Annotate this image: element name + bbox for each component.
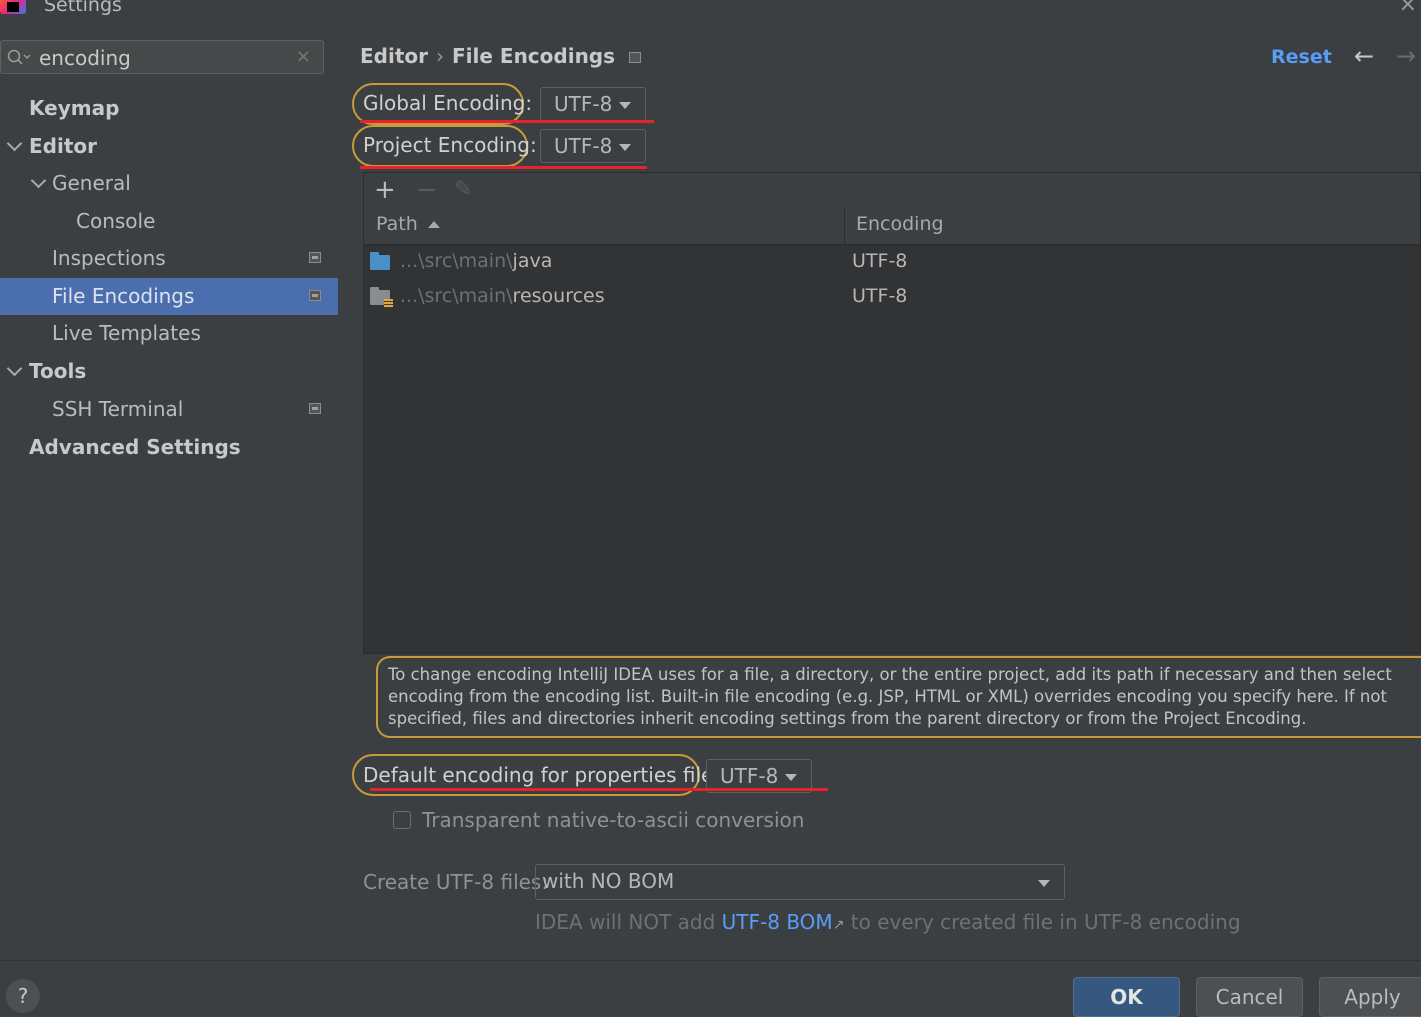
breadcrumb-separator: › [436, 44, 444, 68]
project-level-icon [309, 290, 321, 301]
dialog-button-bar: ? OK Cancel Apply [0, 960, 1421, 1017]
sidebar-item-general[interactable]: General [0, 165, 338, 202]
settings-sidebar: encoding × Keymap Editor General Console… [0, 24, 338, 960]
path-name: java [512, 250, 553, 272]
sidebar-item-advanced-settings[interactable]: Advanced Settings [0, 429, 338, 466]
sidebar-item-console[interactable]: Console [0, 203, 338, 240]
row-path: ...\src\main\resources [400, 285, 605, 307]
row-encoding[interactable]: UTF-8 [852, 250, 907, 272]
properties-encoding-label: Default encoding for properties files: [363, 763, 731, 787]
sidebar-item-label: Advanced Settings [29, 435, 241, 459]
resources-folder-icon [370, 287, 393, 308]
search-icon [7, 49, 31, 65]
table-row[interactable]: ...\src\main\resources UTF-8 [364, 280, 1420, 315]
sidebar-item-label: Console [76, 209, 156, 233]
back-arrow-icon[interactable]: ← [1354, 42, 1374, 70]
sidebar-item-ssh-terminal[interactable]: SSH Terminal [0, 391, 338, 428]
path-prefix: ...\src\main\ [400, 250, 513, 272]
global-encoding-label: Global Encoding: [363, 91, 533, 115]
sort-ascending-icon [427, 221, 440, 228]
chevron-down-icon[interactable] [30, 172, 47, 189]
search-value: encoding [39, 46, 131, 70]
external-link-icon: ↗ [832, 917, 845, 933]
sidebar-item-tools[interactable]: Tools [0, 353, 338, 390]
red-underline [360, 166, 647, 169]
dropdown-arrow-icon [619, 102, 631, 109]
sidebar-item-label: Inspections [52, 246, 166, 270]
project-level-icon [309, 252, 321, 263]
sidebar-item-editor[interactable]: Editor [0, 128, 338, 165]
remove-icon[interactable]: − [416, 175, 438, 205]
table-row[interactable]: ...\src\main\java UTF-8 [364, 245, 1420, 280]
project-level-icon [309, 403, 321, 414]
create-utf8-label: Create UTF-8 files: [363, 870, 549, 894]
folder-icon [370, 252, 390, 270]
table-header: Path Encoding [364, 209, 1420, 245]
sidebar-item-label: SSH Terminal [52, 397, 184, 421]
dropdown-arrow-icon [785, 774, 797, 781]
utf8-bom-link[interactable]: UTF-8 BOM↗ [722, 910, 845, 934]
path-prefix: ...\src\main\ [400, 285, 513, 307]
table-toolbar: + − ✎ [364, 173, 1420, 210]
sidebar-item-label: General [52, 171, 131, 195]
bom-note-prefix: IDEA will NOT add [535, 910, 716, 934]
cancel-button[interactable]: Cancel [1196, 977, 1303, 1017]
reset-link[interactable]: Reset [1271, 46, 1332, 68]
clear-search-icon[interactable]: × [296, 46, 311, 67]
breadcrumb-file-encodings: File Encodings [452, 44, 616, 68]
bom-note: IDEA will NOT add UTF-8 BOM↗ to every cr… [535, 910, 1241, 934]
global-encoding-value: UTF-8 [554, 92, 613, 116]
chevron-down-icon[interactable] [6, 360, 23, 377]
settings-content: Editor › File Encodings Reset ← → Global E… [338, 24, 1421, 960]
forward-arrow-icon[interactable]: → [1396, 42, 1416, 70]
path-name: resources [512, 285, 605, 307]
sidebar-item-label: File Encodings [52, 284, 195, 308]
add-icon[interactable]: + [374, 175, 396, 205]
create-utf8-value: with NO BOM [542, 869, 675, 893]
sidebar-item-keymap[interactable]: Keymap [0, 90, 338, 127]
help-button[interactable]: ? [6, 979, 40, 1013]
global-encoding-dropdown[interactable]: UTF-8 [540, 87, 646, 121]
red-underline [370, 788, 828, 791]
sidebar-item-live-templates[interactable]: Live Templates [0, 315, 338, 352]
native-to-ascii-checkbox[interactable] [393, 811, 411, 829]
chevron-down-icon[interactable] [6, 135, 23, 152]
title-bar: Settings × [0, 0, 1421, 24]
checkbox-label[interactable]: Transparent native-to-ascii conversion [422, 808, 804, 832]
column-header-label: Path [376, 213, 418, 235]
project-encoding-dropdown[interactable]: UTF-8 [540, 129, 646, 163]
create-utf8-dropdown[interactable]: with NO BOM [535, 864, 1065, 900]
dropdown-arrow-icon [1038, 880, 1050, 887]
project-encoding-label: Project Encoding: [363, 133, 537, 157]
breadcrumb-editor[interactable]: Editor [360, 44, 428, 68]
red-underline [360, 120, 654, 123]
encoding-info-text: To change encoding IntelliJ IDEA uses fo… [376, 656, 1421, 738]
apply-button[interactable]: Apply [1319, 977, 1421, 1017]
properties-encoding-value: UTF-8 [720, 764, 779, 788]
path-encoding-table: + − ✎ Path Encoding ...\src\main\java UT… [363, 172, 1421, 654]
column-header-path[interactable]: Path [376, 213, 440, 235]
sidebar-item-label: Live Templates [52, 321, 201, 345]
utf8-bom-link-text: UTF-8 BOM [721, 910, 833, 934]
search-input[interactable]: encoding × [0, 40, 324, 74]
row-path: ...\src\main\java [400, 250, 552, 272]
window-title: Settings [44, 0, 122, 16]
edit-icon[interactable]: ✎ [454, 177, 472, 202]
column-divider[interactable] [844, 209, 845, 244]
sidebar-item-inspections[interactable]: Inspections [0, 240, 338, 277]
sidebar-item-label: Keymap [29, 96, 120, 120]
sidebar-item-file-encodings[interactable]: File Encodings [0, 278, 338, 315]
project-level-icon [629, 52, 642, 63]
sidebar-item-label: Editor [29, 134, 97, 158]
project-encoding-value: UTF-8 [554, 134, 613, 158]
column-header-encoding[interactable]: Encoding [856, 213, 944, 235]
ok-button[interactable]: OK [1073, 977, 1180, 1017]
row-encoding[interactable]: UTF-8 [852, 285, 907, 307]
dropdown-arrow-icon [619, 144, 631, 151]
sidebar-item-label: Tools [29, 359, 87, 383]
breadcrumb: Editor › File Encodings [360, 44, 642, 68]
intellij-app-icon [0, 0, 26, 14]
close-icon[interactable]: × [1399, 0, 1417, 17]
bom-note-suffix: to every created file in UTF-8 encoding [850, 910, 1241, 934]
